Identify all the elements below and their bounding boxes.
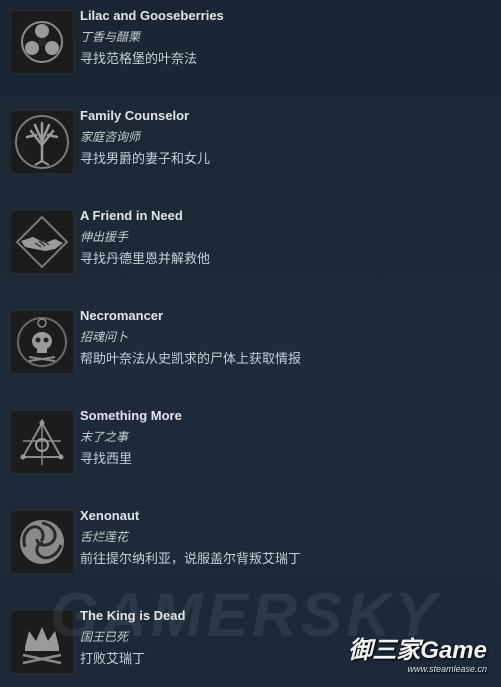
achievement-subtitle: 招魂问卜 <box>80 330 129 344</box>
achievement-item: Necromancer 招魂问卜 帮助叶奈法从史凯求的尸体上获取情报 <box>0 300 501 380</box>
tri-circle-icon <box>10 10 74 74</box>
achievement-item: Xenonaut 舌烂莲花 前往提尔纳利亚，说服盖尔背叛艾瑞丁 <box>0 500 501 580</box>
achievement-subtitle: 末了之事 <box>80 430 129 444</box>
achievement-subtitle: 丁香与醋栗 <box>80 30 141 44</box>
achievement-title: The King is Dead <box>80 608 186 623</box>
tree-icon <box>10 110 74 174</box>
achievement-title: A Friend in Need <box>80 208 183 223</box>
spiral-icon <box>10 510 74 574</box>
achievement-title: Necromancer <box>80 308 164 323</box>
achievement-description: 寻找丹德里恩并解救他 <box>80 251 211 266</box>
achievement-item: Lilac and Gooseberries 丁香与醋栗 寻找范格堡的叶奈法 <box>0 0 501 80</box>
achievement-description: 寻找西里 <box>80 451 133 466</box>
achievement-item: A Friend in Need 伸出援手 寻找丹德里恩并解救他 <box>0 200 501 280</box>
achievement-subtitle: 国王已死 <box>80 630 129 644</box>
achievement-subtitle: 伸出援手 <box>80 230 129 244</box>
sigil-icon <box>10 410 74 474</box>
achievement-title: Lilac and Gooseberries <box>80 8 224 23</box>
achievement-description: 前往提尔纳利亚，说服盖尔背叛艾瑞丁 <box>80 551 302 566</box>
achievement-description: 寻找男爵的妻子和女儿 <box>80 151 211 166</box>
achievement-description: 打败艾瑞丁 <box>80 651 146 666</box>
achievement-title: Xenonaut <box>80 508 140 523</box>
achievement-list: Lilac and Gooseberries 丁香与醋栗 寻找范格堡的叶奈法 F… <box>0 0 501 687</box>
achievement-item: Something More 末了之事 寻找西里 <box>0 400 501 480</box>
achievement-description: 帮助叶奈法从史凯求的尸体上获取情报 <box>80 351 302 366</box>
achievement-subtitle: 家庭咨询师 <box>80 130 141 144</box>
achievement-item: The King is Dead 国王已死 打败艾瑞丁 <box>0 600 501 680</box>
skull-icon <box>10 310 74 374</box>
achievement-description: 寻找范格堡的叶奈法 <box>80 51 198 66</box>
achievement-item: Family Counselor 家庭咨询师 寻找男爵的妻子和女儿 <box>0 100 501 180</box>
achievement-subtitle: 舌烂莲花 <box>80 530 129 544</box>
achievement-title: Something More <box>80 408 182 423</box>
handshake-icon <box>10 210 74 274</box>
achievement-title: Family Counselor <box>80 108 190 123</box>
crown-icon <box>10 610 74 674</box>
